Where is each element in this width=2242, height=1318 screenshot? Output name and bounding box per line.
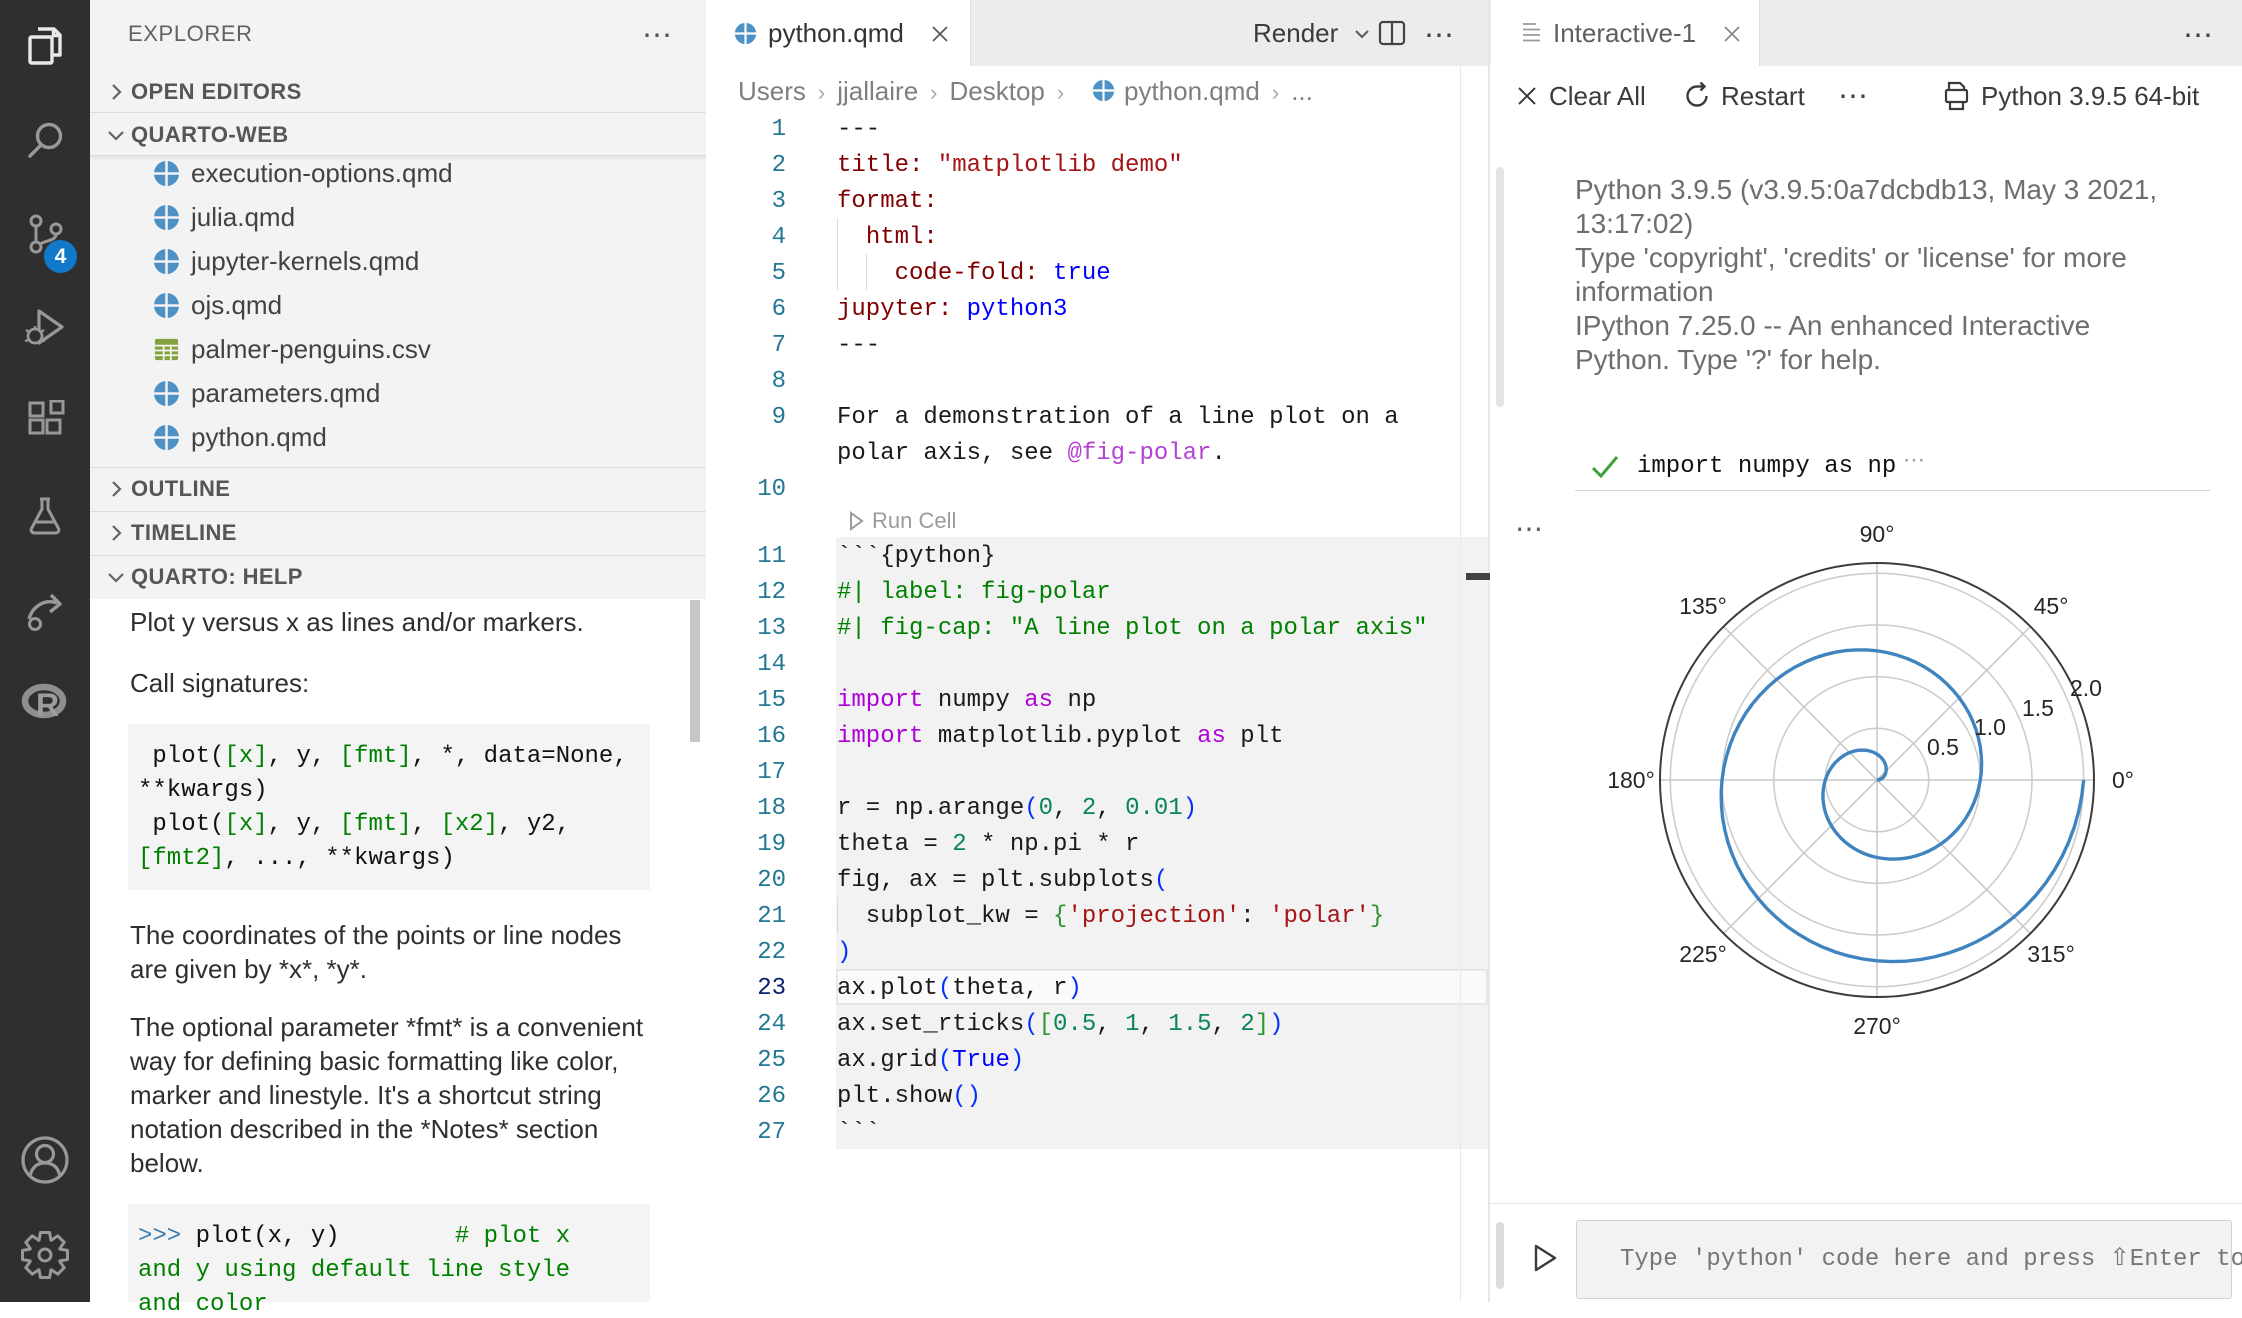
svg-text:0.5: 0.5 bbox=[1927, 734, 1959, 760]
svg-text:315°: 315° bbox=[2027, 941, 2075, 967]
svg-text:45°: 45° bbox=[2034, 593, 2069, 619]
svg-text:1.5: 1.5 bbox=[2022, 695, 2054, 721]
svg-text:180°: 180° bbox=[1607, 767, 1655, 793]
svg-text:0°: 0° bbox=[2112, 767, 2134, 793]
svg-text:1.0: 1.0 bbox=[1974, 714, 2006, 740]
svg-text:90°: 90° bbox=[1860, 521, 1895, 547]
svg-text:R: R bbox=[36, 687, 59, 723]
svg-text:225°: 225° bbox=[1679, 941, 1727, 967]
svg-text:2.0: 2.0 bbox=[2070, 675, 2102, 701]
svg-text:270°: 270° bbox=[1853, 1013, 1901, 1039]
svg-text:135°: 135° bbox=[1679, 593, 1727, 619]
